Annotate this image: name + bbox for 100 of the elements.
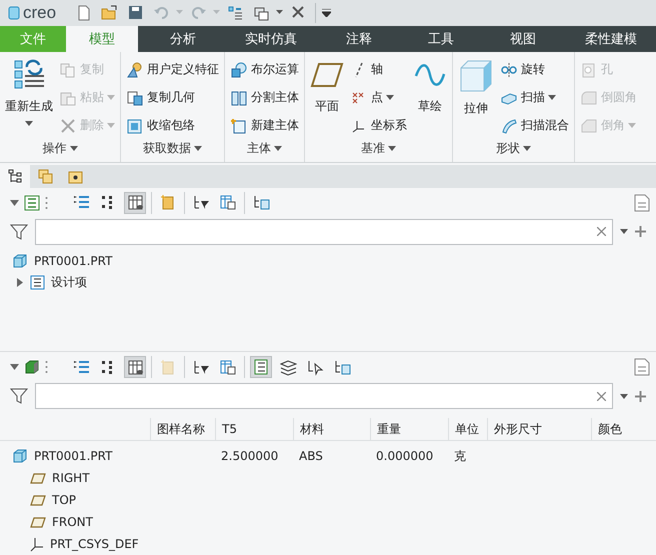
toolbar-button[interactable] [250,356,272,378]
tree-box-icon [252,194,270,212]
column-header[interactable]: 材料 [293,418,370,440]
dropdown-caret-icon[interactable] [620,394,628,398]
part-icon[interactable] [24,359,40,375]
table-settings-icon [220,194,236,212]
split-body-icon [230,90,248,106]
clear-icon[interactable] [597,392,606,400]
columns-icon [126,358,144,376]
tree-item[interactable]: TOP [0,489,150,511]
filter-icon[interactable] [10,222,28,241]
tree-item[interactable]: PRT0001.PRT [0,445,150,467]
table-cell-text: 克 [453,448,467,464]
plane-icon [30,471,46,485]
boolean-icon [230,62,248,78]
tree-item[interactable]: PRT_CSYS_DEF [0,533,150,555]
coordinate-system-icon [30,536,44,552]
tree-filter-icon [192,358,210,376]
caret-icon[interactable] [276,10,284,16]
ribbon-button[interactable]: 拉伸 [458,56,494,140]
ribbon-button[interactable]: 轴 [350,56,407,84]
round-icon [580,90,598,106]
column-header[interactable]: 图样名称 [150,418,215,440]
dropdown-caret-icon[interactable] [620,229,628,234]
ribbon-button[interactable]: 扫描混合 [500,112,569,140]
column-header[interactable]: 颜色 [591,418,651,440]
group-menu[interactable]: 主体 [247,140,282,158]
ribbon-button[interactable]: 分割主体 [230,84,299,112]
table-settings-icon [220,358,236,376]
filter-field[interactable] [35,383,613,409]
filter-icon[interactable] [10,387,28,405]
tree-item[interactable]: FRONT [0,511,150,533]
ribbon-tab[interactable]: 模型 [66,26,138,52]
column-header[interactable]: 重量 [370,418,448,440]
ribbon-button[interactable]: 扫描 [500,84,569,112]
caret-icon [70,146,78,152]
ribbon-tab[interactable]: 注释 [322,26,396,52]
tree-item[interactable]: RIGHT [0,467,150,489]
ribbon-button[interactable]: 平面 [310,56,344,140]
ribbon-button[interactable]: 旋转 [500,56,569,84]
toolbar-button[interactable] [124,356,146,378]
tree-pointer-icon [306,358,324,376]
table-cell-text: 0.000000 [375,448,434,465]
regenerate-icon [227,4,244,22]
tree-box-icon [334,358,350,376]
ribbon-button[interactable]: 用户定义特征 [126,56,219,84]
logo-text: creo [23,2,56,23]
toolbar-button[interactable] [124,192,146,214]
ribbon-tab[interactable]: 工具 [404,26,478,52]
revolve-icon [500,62,518,78]
tree-icon [8,168,22,184]
ribbon-tab[interactable]: 柔性建模 [568,26,654,52]
tree-item[interactable]: PRT0001.PRT [0,250,656,272]
ribbon-button[interactable]: 重新生成 [5,56,53,140]
undo-icon [153,4,170,22]
group-menu[interactable]: 操作 [42,140,78,158]
list-detail-icon [252,358,270,376]
ribbon-tab[interactable]: 实时仿真 [228,26,314,52]
more-icon[interactable] [45,196,48,210]
add-icon[interactable] [635,226,646,238]
copy-geometry-icon [126,90,144,106]
ribbon-tab[interactable]: 视图 [486,26,560,52]
document-settings-icon[interactable] [634,194,650,212]
folder-note-icon [160,194,176,212]
tree-list-icon[interactable] [24,194,40,211]
document-settings-icon[interactable] [634,358,650,376]
list-icon [72,358,90,376]
clear-icon[interactable] [597,227,606,236]
more-icon[interactable] [45,360,48,374]
ribbon-button[interactable]: 点 [350,84,407,112]
collapse-caret-icon[interactable] [10,200,19,206]
collapse-caret-icon[interactable] [10,364,19,370]
table-cell-text: ABS [298,448,324,465]
columns-icon [126,194,144,212]
navigator-tab[interactable] [0,164,30,188]
folder-note-icon [160,358,176,376]
user-feature-icon [126,62,144,78]
open-folder-icon [101,4,118,22]
tree-item[interactable]: 设计项 [0,272,656,294]
column-header[interactable]: T5 [215,418,293,440]
column-header[interactable]: 外形尺寸 [487,418,591,440]
filter-field[interactable] [35,218,613,245]
ribbon-button[interactable]: 收缩包络 [126,112,219,140]
ribbon-button[interactable]: 新建主体 [230,112,299,140]
shrinkwrap-icon [126,118,144,134]
collapsed-arrow-icon[interactable] [16,278,24,288]
add-icon[interactable] [635,390,646,402]
column-header[interactable]: 单位 [448,418,487,440]
cube-icon [12,252,28,269]
caret-icon [194,146,202,152]
ribbon-button[interactable]: 布尔运算 [230,56,299,84]
group-menu[interactable]: 基准 [361,140,396,158]
customize-caret-icon[interactable] [322,8,332,17]
ribbon-button[interactable]: 复制几何 [126,84,219,112]
ribbon-button[interactable]: 坐标系 [350,112,407,140]
group-menu[interactable]: 形状 [496,140,531,158]
paste-icon [59,90,77,106]
ribbon-tab[interactable]: 分析 [146,26,220,52]
ribbon-button[interactable]: 草绘 [413,56,447,140]
group-menu[interactable]: 获取数据 [143,140,202,158]
